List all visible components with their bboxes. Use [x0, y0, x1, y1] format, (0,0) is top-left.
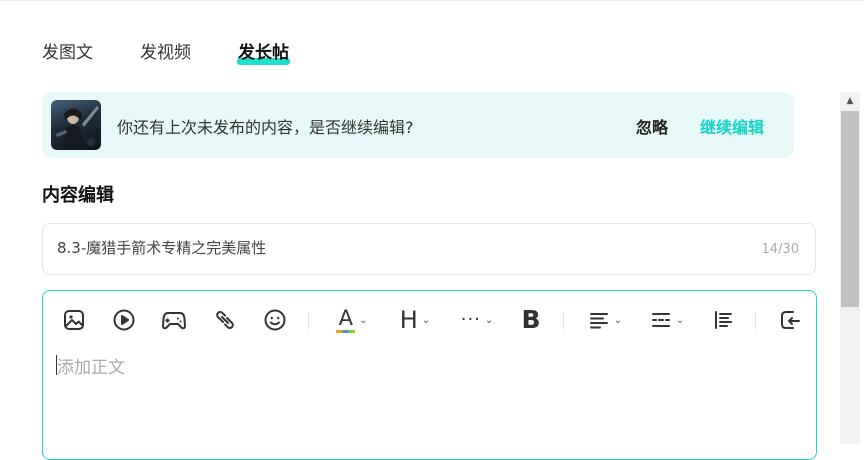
title-input[interactable] — [57, 238, 737, 256]
chevron-down-icon: ⌄ — [675, 314, 685, 326]
tab-long-post[interactable]: 发长帖 — [237, 40, 290, 66]
continue-editing-button[interactable]: 继续编辑 — [700, 114, 764, 138]
tab-label: 发视频 — [140, 43, 191, 63]
font-color-glyph: A — [338, 305, 353, 330]
tab-label: 发长帖 — [238, 43, 289, 63]
rich-text-editor: A ⌄ H ⌄ ··· ⌄ B ⌄ ⌄ 添加正文 — [42, 290, 817, 460]
video-icon[interactable] — [111, 305, 137, 335]
line-spacing-icon[interactable]: ⌄ — [646, 305, 688, 335]
chevron-down-icon: ⌄ — [421, 314, 431, 326]
more-glyph: ··· — [460, 309, 481, 330]
draft-thumbnail — [51, 100, 101, 150]
chevron-down-icon: ⌄ — [484, 314, 494, 326]
section-title: 内容编辑 — [42, 185, 114, 206]
tab-image-text[interactable]: 发图文 — [42, 40, 93, 66]
body-placeholder[interactable]: 添加正文 — [57, 353, 125, 378]
toolbar-divider — [308, 313, 309, 329]
scrollbar-thumb[interactable] — [841, 111, 859, 307]
link-icon[interactable] — [212, 305, 238, 335]
tab-video[interactable]: 发视频 — [140, 40, 191, 66]
scrollbar[interactable]: ▲ — [840, 92, 860, 444]
char-counter: 14/30 — [761, 242, 799, 257]
heading-icon[interactable]: H ⌄ — [395, 305, 435, 335]
align-icon[interactable]: ⌄ — [584, 305, 626, 335]
chevron-down-icon: ⌄ — [359, 314, 368, 326]
color-swatch-bar — [336, 329, 356, 333]
tab-label: 发图文 — [42, 43, 93, 63]
editor-toolbar: A ⌄ H ⌄ ··· ⌄ B ⌄ ⌄ — [43, 305, 816, 335]
scroll-up-icon[interactable]: ▲ — [840, 92, 860, 109]
heading-glyph: H — [399, 306, 418, 334]
ignore-button[interactable]: 忽略 — [636, 114, 668, 138]
more-icon[interactable]: ··· ⌄ — [456, 305, 498, 335]
top-divider — [0, 0, 864, 1]
blockquote-icon[interactable] — [710, 305, 736, 335]
bold-icon[interactable]: B — [519, 305, 543, 335]
bold-glyph: B — [521, 305, 541, 334]
draft-message: 你还有上次未发布的内容，是否继续编辑? — [117, 118, 414, 137]
redo-icon[interactable] — [776, 305, 804, 335]
gamepad-icon[interactable] — [160, 305, 188, 335]
draft-banner: 你还有上次未发布的内容，是否继续编辑? 忽略 继续编辑 — [42, 92, 794, 158]
emoji-icon[interactable] — [262, 305, 288, 335]
font-color-icon[interactable]: A ⌄ — [331, 305, 373, 335]
title-field: 14/30 — [42, 223, 816, 275]
image-icon[interactable] — [61, 305, 87, 335]
toolbar-divider — [755, 313, 756, 329]
chevron-down-icon: ⌄ — [613, 314, 623, 326]
toolbar-divider — [563, 313, 564, 329]
